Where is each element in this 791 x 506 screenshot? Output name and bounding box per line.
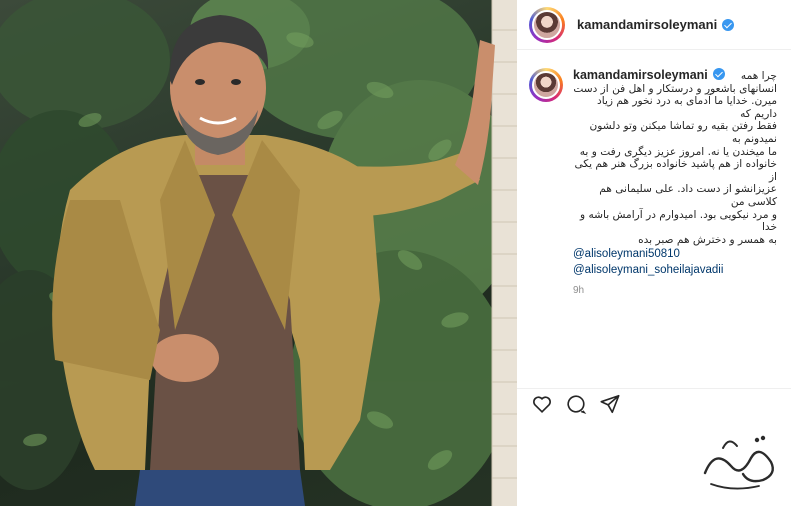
mention-link[interactable]: @alisoleymani_soheilajavadii xyxy=(573,263,777,278)
caption-line: به همسر و دخترش هم صبر بده xyxy=(638,233,777,246)
post-side-panel: kamandamirsoleymani kamandamirsoleymani … xyxy=(517,0,791,506)
avatar-image xyxy=(532,9,562,40)
caption-text: چرا همه انسانهای باشعور و درستکار و اهل … xyxy=(573,70,777,246)
caption-line: انسانهای باشعور و درستکار و اهل فن از دس… xyxy=(573,82,777,95)
photo-illustration xyxy=(0,0,517,506)
post-header: kamandamirsoleymani xyxy=(517,0,791,50)
post-timestamp: 9h xyxy=(573,285,585,297)
header-username[interactable]: kamandamirsoleymani xyxy=(577,17,717,32)
site-watermark-logo xyxy=(693,418,783,498)
caption-line: میرن. خدایا ما آدمای به درد نخور هم زیاد… xyxy=(597,95,777,120)
caption-line: ما میخندن یا نه. امروز عزیز دیگری رفت و … xyxy=(579,145,777,158)
verified-badge-icon xyxy=(712,68,725,80)
avatar-image xyxy=(532,71,560,99)
paper-plane-icon[interactable] xyxy=(599,393,621,415)
post-photo[interactable] xyxy=(0,0,517,506)
profile-avatar[interactable] xyxy=(529,6,565,43)
mention-link[interactable]: @alisoleymani50810 xyxy=(573,247,777,262)
action-bar xyxy=(517,388,791,418)
comment-body: kamandamirsoleymani چرا همه انسانهای باش… xyxy=(573,66,777,296)
caption-comment: kamandamirsoleymani چرا همه انسانهای باش… xyxy=(517,66,791,296)
heart-icon[interactable] xyxy=(531,393,553,415)
caption-line: فقط رفتن بقیه رو تماشا میکنن وتو دلشون ن… xyxy=(589,120,777,145)
verified-badge-icon xyxy=(722,18,735,31)
comment-bubble-icon[interactable] xyxy=(565,393,587,415)
comment-avatar[interactable] xyxy=(529,68,563,102)
caption-line: عزیزانشو از دست داد. علی سلیمانی هم کلاس… xyxy=(599,183,777,208)
comment-username[interactable]: kamandamirsoleymani xyxy=(573,68,708,82)
caption-line: خانواده از هم پاشید خانواده بزرگ هنر هم … xyxy=(574,158,777,183)
caption-line: و مرد نیکویی بود. امیدوارم در آرامش باشه… xyxy=(579,208,777,234)
